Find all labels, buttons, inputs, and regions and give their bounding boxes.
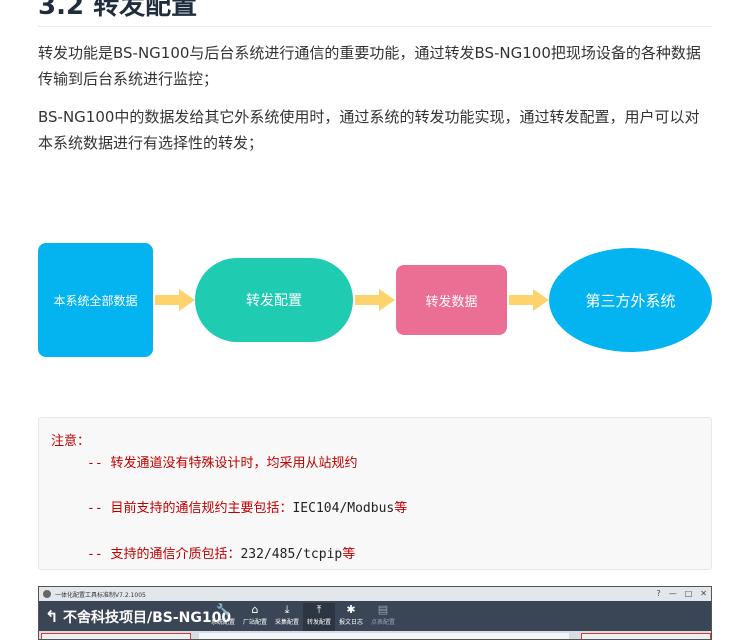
- main-nav: 🔧 系统配置 ⌂ 厂站配置 ⤓ 采集配置 ⤒ 转发配置 ✱ 报文日志 ▤ 点表配…: [207, 603, 399, 631]
- toolbar-area: [199, 633, 569, 639]
- bug-icon: ✱: [346, 603, 356, 616]
- intro-paragraph-1: 转发功能是BS-NG100与后台系统进行通信的重要功能，通过转发BS-NG100…: [38, 44, 701, 88]
- app-icon: [43, 590, 51, 598]
- note-line-media: -- 支持的通信介质包括：232/485/tcpip等: [87, 547, 356, 562]
- help-icon[interactable]: ?: [656, 589, 660, 598]
- flow-node-third-party-system: 第三方外系统: [549, 248, 712, 352]
- flow-node-forward-data: 转发数据: [396, 265, 507, 335]
- right-panel: [581, 633, 711, 639]
- app-header: ↰ 不舍科技项目/BS-NG100 🔧 系统配置 ⌂ 厂站配置 ⤓ 采集配置 ⤒…: [39, 601, 711, 631]
- project-title: 不舍科技项目/BS-NG100: [63, 610, 232, 626]
- home-icon: ⌂: [251, 603, 259, 616]
- flow-arrow-icon: [509, 289, 549, 311]
- left-panel: [41, 633, 191, 639]
- download-icon: ⤓: [284, 603, 290, 616]
- nav-point-table-config[interactable]: ▤ 点表配置: [367, 603, 399, 631]
- window-titlebar: 一体化配置工具标准制V7.2.1005: [39, 587, 711, 601]
- note-line-protocols: -- 目前支持的通信规约主要包括：IEC104/Modbus等: [87, 501, 408, 516]
- note-block: 注意： -- 转发通道没有特殊设计时，均采用从站规约 -- 目前支持的通信规约主…: [38, 417, 712, 570]
- flow-node-forward-config: 转发配置: [195, 258, 353, 342]
- note-title: 注意：: [51, 434, 91, 449]
- flow-arrow-icon: [155, 289, 195, 311]
- nav-station-config[interactable]: ⌂ 厂站配置: [239, 603, 271, 631]
- nav-forward-config[interactable]: ⤒ 转发配置: [303, 603, 335, 631]
- wrench-icon: 🔧: [216, 603, 230, 616]
- nav-collect-config[interactable]: ⤓ 采集配置: [271, 603, 303, 631]
- forwarding-flow-diagram: 本系统全部数据 转发配置 转发数据 第三方外系统: [38, 240, 712, 360]
- config-tool-screenshot: 一体化配置工具标准制V7.2.1005 ? — □ ✕ ↰ 不舍科技项目/BS-…: [38, 586, 712, 640]
- note-line-slave-protocol: -- 转发通道没有特殊设计时，均采用从站规约: [87, 456, 358, 471]
- flow-node-all-data: 本系统全部数据: [38, 243, 153, 357]
- intro-paragraph-2: BS-NG100中的数据发给其它外系统使用时，通过系统的转发功能实现，通过转发配…: [38, 108, 700, 152]
- minimize-icon[interactable]: —: [669, 589, 677, 598]
- window-title: 一体化配置工具标准制V7.2.1005: [55, 591, 146, 599]
- back-arrow-icon[interactable]: ↰: [45, 607, 58, 626]
- section-title: 3.2 转发配置: [38, 0, 712, 27]
- flow-arrow-icon: [355, 289, 395, 311]
- app-body: [39, 631, 711, 639]
- document-icon: ▤: [377, 603, 389, 616]
- window-controls: ? — □ ✕: [656, 589, 707, 598]
- nav-system-config[interactable]: 🔧 系统配置: [207, 603, 239, 631]
- nav-message-log[interactable]: ✱ 报文日志: [335, 603, 367, 631]
- upload-icon: ⤒: [316, 603, 322, 616]
- maximize-icon[interactable]: □: [685, 589, 693, 598]
- close-icon[interactable]: ✕: [700, 589, 707, 598]
